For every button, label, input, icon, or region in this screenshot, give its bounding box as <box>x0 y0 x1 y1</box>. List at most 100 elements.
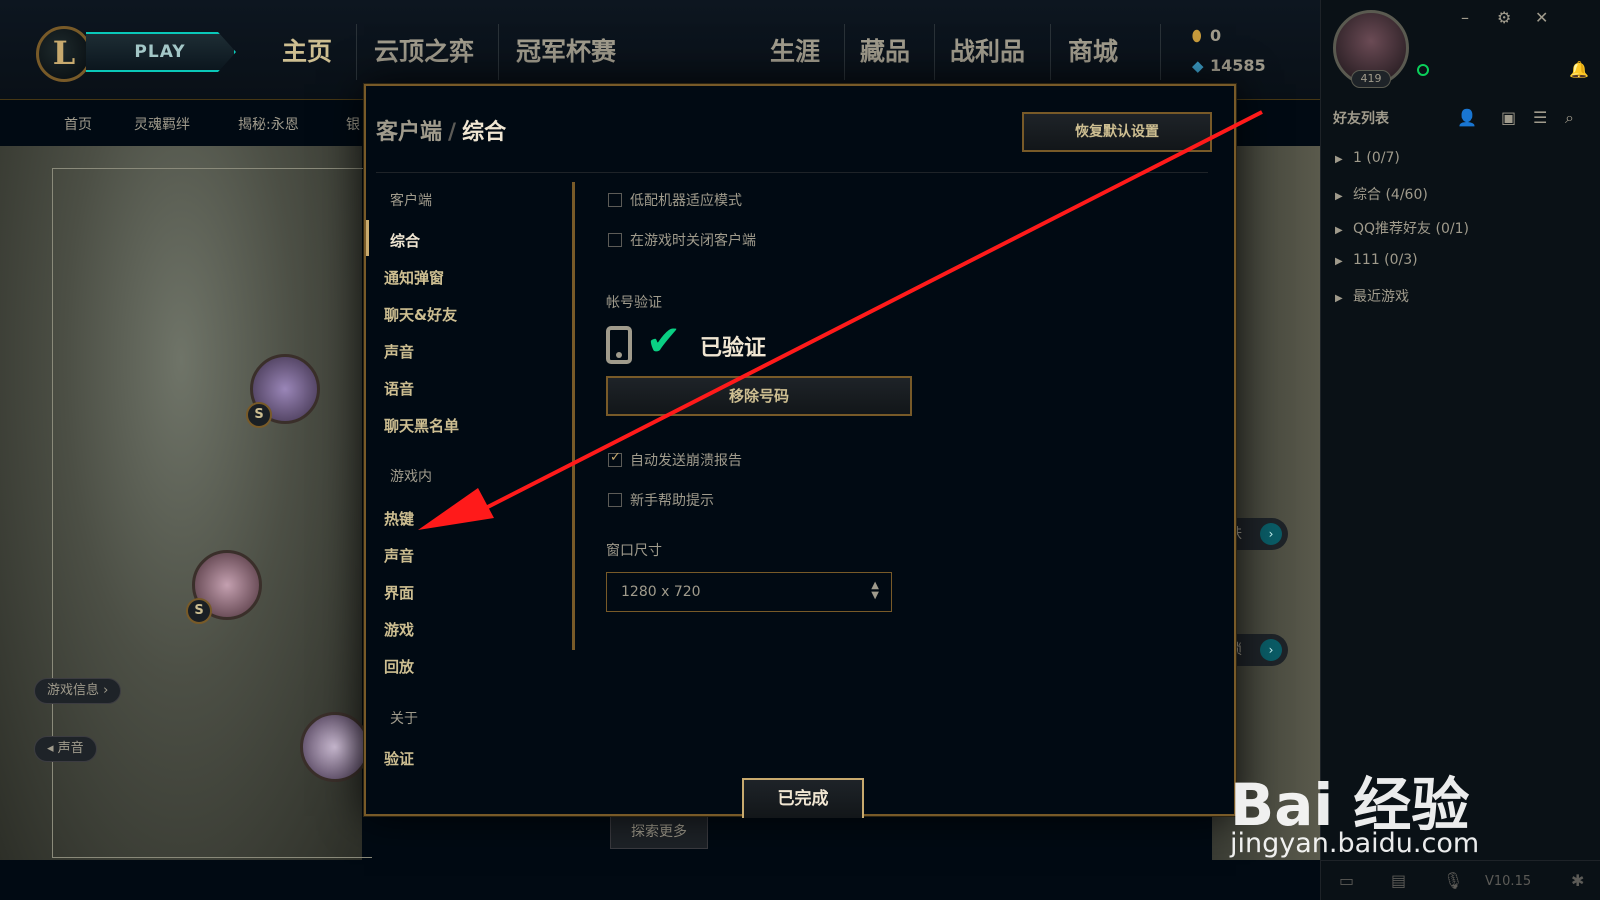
search-icon[interactable]: ⌕ <box>1565 108 1574 128</box>
subnav-home[interactable]: 首页 <box>64 114 92 134</box>
sound-label: 声音 <box>57 741 84 756</box>
menu-section-ingame: 游戏内 <box>390 469 432 485</box>
chevron-updown-icon: ▲ ▼ <box>871 580 879 601</box>
menu-item-general[interactable]: 综合 <box>390 230 420 251</box>
verified-status: 已验证 <box>700 336 767 361</box>
low-spec-mode-checkbox[interactable] <box>608 193 622 207</box>
subnav-more[interactable]: 银 <box>346 114 360 134</box>
menu-item-game[interactable]: 游戏 <box>384 619 414 640</box>
friend-group[interactable]: ▶ 111 (0/3) <box>1335 252 1418 268</box>
newbie-tips-checkbox[interactable] <box>608 493 622 507</box>
caret-right-icon: ▶ <box>1335 293 1343 304</box>
minimize-icon[interactable]: – <box>1461 8 1469 27</box>
nav-divider <box>356 24 357 80</box>
lol-logo[interactable]: L <box>36 26 92 82</box>
friend-group[interactable]: ▶ 最近游戏 <box>1335 286 1409 306</box>
game-info-pill[interactable]: 游戏信息 › <box>34 678 122 704</box>
nav-divider <box>498 24 499 80</box>
auto-crash-report-option[interactable]: 自动发送崩溃报告 <box>608 450 742 470</box>
menu-section-about: 关于 <box>390 711 418 727</box>
baidu-jingyan-watermark: Bai 经验 jingyan.baidu.com <box>1230 728 1530 859</box>
restore-defaults-button[interactable]: 恢复默认设置 <box>1022 112 1212 152</box>
subnav-spirit-blossom[interactable]: 灵魂羁绊 <box>134 114 190 134</box>
active-menu-indicator <box>366 220 369 256</box>
breadcrumb-parent: 客户端 <box>376 120 443 145</box>
tab-home[interactable]: 主页 <box>282 30 332 74</box>
caret-right-icon: ▶ <box>1335 154 1343 165</box>
menu-scrollbar[interactable] <box>572 182 575 650</box>
be-balance[interactable]: ◆ 14585 <box>1192 56 1266 75</box>
menu-item-voice[interactable]: 语音 <box>384 378 414 399</box>
microphone-icon[interactable]: 🎙 <box>1443 871 1463 890</box>
play-button[interactable]: PLAY <box>86 32 236 72</box>
tab-collection[interactable]: 藏品 <box>860 30 910 74</box>
rp-balance[interactable]: ⬮ 0 <box>1192 26 1221 45</box>
menu-item-ingame-sound[interactable]: 声音 <box>384 545 414 566</box>
menu-item-hotkeys[interactable]: 热键 <box>384 508 414 529</box>
gear-icon[interactable]: ⚙ <box>1497 8 1511 27</box>
tab-clash[interactable]: 冠军杯赛 <box>516 30 616 74</box>
done-button[interactable]: 已完成 <box>742 778 864 818</box>
bell-icon[interactable]: 🔔 <box>1569 60 1589 79</box>
social-bottom-toolbar: ▭ ▤ 🎙 V10.15 ✱ <box>1321 860 1600 900</box>
friend-group-label: 1 (0/7) <box>1353 150 1400 166</box>
champion-portrait[interactable] <box>300 712 370 782</box>
friend-group[interactable]: ▶ 1 (0/7) <box>1335 150 1400 166</box>
friend-group[interactable]: ▶ 综合 (4/60) <box>1335 184 1428 204</box>
speaker-icon: ◂ <box>47 741 58 756</box>
remove-number-button[interactable]: 移除号码 <box>606 376 912 416</box>
be-value: 14585 <box>1210 56 1266 75</box>
tab-profile[interactable]: 生涯 <box>770 30 820 74</box>
skin-badge-icon: S <box>246 402 272 428</box>
caret-right-icon: ▶ <box>1335 191 1343 202</box>
friend-group-label: 111 (0/3) <box>1353 252 1418 268</box>
header-divider <box>376 172 1208 173</box>
tab-store[interactable]: 商城 <box>1068 30 1118 74</box>
close-client-option[interactable]: 在游戏时关闭客户端 <box>608 230 756 250</box>
account-verification-label: 帐号验证 <box>606 295 662 311</box>
nav-divider <box>1050 24 1051 80</box>
bug-report-icon[interactable]: ✱ <box>1571 871 1584 890</box>
sound-pill[interactable]: ◂ 声音 <box>34 736 97 762</box>
rp-icon: ⬮ <box>1192 27 1202 45</box>
friends-list-title: 好友列表 <box>1333 111 1389 127</box>
nav-divider <box>934 24 935 80</box>
menu-item-verification[interactable]: 验证 <box>384 748 414 769</box>
arrow-right-icon: › <box>1260 639 1282 661</box>
menu-item-replays[interactable]: 回放 <box>384 656 414 677</box>
close-client-checkbox[interactable] <box>608 233 622 247</box>
window-size-value: 1280 x 720 <box>621 584 701 600</box>
client-version: V10.15 <box>1485 874 1532 889</box>
window-size-select[interactable]: 1280 x 720 ▲ ▼ <box>606 572 892 612</box>
newbie-tips-label: 新手帮助提示 <box>630 493 714 509</box>
close-icon[interactable]: ✕ <box>1535 8 1548 27</box>
low-spec-mode-option[interactable]: 低配机器适应模式 <box>608 190 742 210</box>
tab-tft[interactable]: 云顶之弈 <box>374 30 474 74</box>
chat-icon[interactable]: ▭ <box>1339 871 1354 890</box>
subnav-yone[interactable]: 揭秘:永恩 <box>238 114 299 134</box>
add-folder-icon[interactable]: ▣ <box>1501 108 1516 127</box>
add-friend-icon[interactable]: 👤 <box>1457 108 1477 127</box>
friend-group-label: 最近游戏 <box>1353 289 1409 305</box>
auto-crash-report-checkbox[interactable] <box>608 450 622 467</box>
list-sort-icon[interactable]: ☰ <box>1533 108 1547 127</box>
menu-item-client-sound[interactable]: 声音 <box>384 341 414 362</box>
friend-group[interactable]: ▶ QQ推荐好友 (0/1) <box>1335 218 1469 238</box>
tab-loot[interactable]: 战利品 <box>950 30 1025 74</box>
missions-icon[interactable]: ▤ <box>1391 871 1406 890</box>
menu-item-block-list[interactable]: 聊天黑名单 <box>384 415 459 436</box>
menu-item-chat-friends[interactable]: 聊天&好友 <box>384 304 457 325</box>
online-status-icon[interactable] <box>1417 64 1429 76</box>
newbie-tips-option[interactable]: 新手帮助提示 <box>608 490 714 510</box>
menu-item-interface[interactable]: 界面 <box>384 582 414 603</box>
breadcrumb-current: 综合 <box>462 120 507 145</box>
arrow-right-icon: › <box>1260 523 1282 545</box>
menu-item-notifications[interactable]: 通知弹窗 <box>384 267 444 288</box>
explore-more-button[interactable]: 探索更多 <box>610 815 708 849</box>
caret-right-icon: ▶ <box>1335 256 1343 267</box>
close-client-label: 在游戏时关闭客户端 <box>630 233 756 249</box>
settings-dialog: 客户端 / 综合 恢复默认设置 客户端 综合 通知弹窗 聊天&好友 声音 语音 聊天… <box>364 84 1236 818</box>
phone-icon <box>606 326 632 364</box>
home-subnav: 首页 灵魂羁绊 揭秘:永恩 银 <box>0 100 360 146</box>
breadcrumb-separator: / <box>448 120 457 145</box>
